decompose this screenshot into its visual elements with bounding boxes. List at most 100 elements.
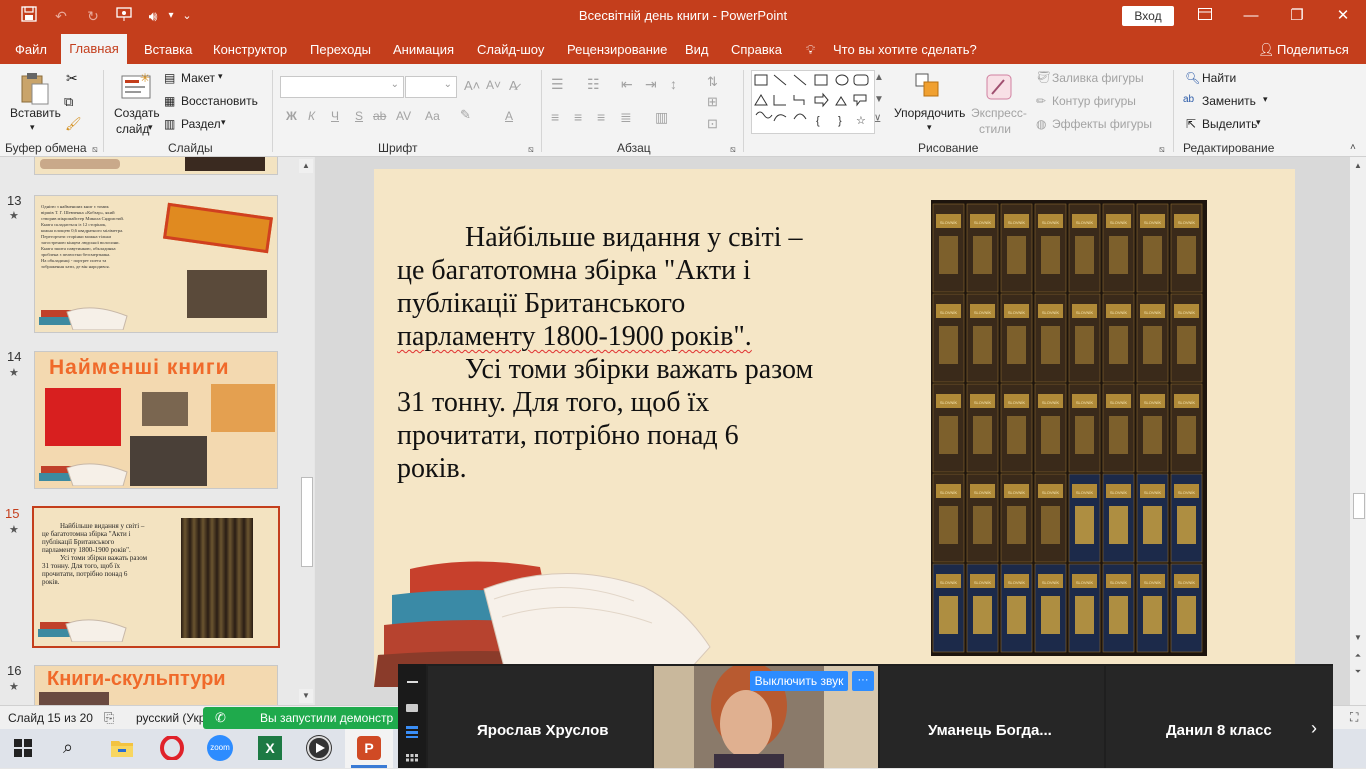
notification-toast[interactable]: ✆ Вы запустили демонстр <box>203 707 408 729</box>
clear-format-icon[interactable]: A̷ <box>509 78 518 93</box>
excel-icon[interactable]: X <box>258 736 282 760</box>
arrange-button[interactable]: Упорядочить <box>894 106 965 120</box>
scroll-thumb[interactable] <box>301 477 313 567</box>
columns-icon[interactable]: ▥ <box>655 109 668 126</box>
zoom-icon[interactable]: zoom <box>207 735 233 761</box>
line-spacing-icon[interactable]: ↕ <box>670 76 677 92</box>
chevron-down-icon[interactable]: ▾ <box>1256 117 1261 128</box>
tab-home[interactable]: Главная <box>61 34 127 64</box>
font-color-button[interactable]: A <box>505 109 513 123</box>
font-size-combo[interactable]: ⌄ <box>405 76 457 98</box>
speaker-view-icon[interactable] <box>406 704 418 712</box>
new-slide-icon[interactable]: ✳ <box>120 71 152 105</box>
shape-outline-button[interactable]: Контур фигуры <box>1052 94 1136 108</box>
tab-transitions[interactable]: Переходы <box>310 42 371 57</box>
dialog-launcher-icon[interactable]: ⧅ <box>1159 144 1165 155</box>
chevron-down-icon[interactable]: ▾ <box>221 117 226 128</box>
shadow-button[interactable]: S <box>355 109 363 123</box>
tell-me-search[interactable]: Что вы хотите сделать? <box>833 42 977 57</box>
tab-view[interactable]: Вид <box>685 42 709 57</box>
shape-effects-button[interactable]: Эффекты фигуры <box>1052 117 1152 131</box>
char-spacing-button[interactable]: AV <box>396 109 411 123</box>
italic-button[interactable]: К <box>308 109 315 123</box>
smartart-icon[interactable]: ⊡ <box>707 116 718 132</box>
increase-indent-icon[interactable]: ⇥ <box>645 76 657 93</box>
next-slide-icon[interactable]: ⏷ <box>1351 665 1365 679</box>
participant-tile[interactable]: Данил 8 класс › <box>1106 666 1333 768</box>
new-slide-label[interactable]: слайд <box>116 122 149 136</box>
strikethrough-button[interactable]: ab <box>373 109 386 123</box>
media-icon[interactable] <box>306 735 332 761</box>
justify-icon[interactable]: ≣ <box>620 109 632 126</box>
align-left-icon[interactable]: ≡ <box>551 109 559 125</box>
thumbnails-scrollbar[interactable]: ▲ ▼ <box>298 157 314 705</box>
scroll-thumb[interactable] <box>1353 493 1365 519</box>
align-right-icon[interactable]: ≡ <box>597 109 605 125</box>
paste-dropdown-icon[interactable]: ▾ <box>30 122 35 133</box>
tab-animations[interactable]: Анимация <box>393 42 454 57</box>
close-icon[interactable]: ✕ <box>1328 4 1358 28</box>
chevron-down-icon[interactable]: ▾ <box>218 71 223 82</box>
numbering-icon[interactable]: ☷ <box>587 76 600 93</box>
start-icon[interactable] <box>14 739 32 760</box>
scroll-up-icon[interactable]: ▲ <box>1351 159 1365 173</box>
cut-icon[interactable]: ✂ <box>66 70 78 87</box>
mute-button[interactable]: Выключить звук <box>750 671 848 691</box>
opera-icon[interactable] <box>160 735 184 763</box>
collapse-ribbon-icon[interactable]: ˄ <box>1350 142 1356 153</box>
minimize-icon[interactable] <box>407 681 418 683</box>
font-name-combo[interactable]: ⌄ <box>280 76 404 98</box>
layout-button[interactable]: Макет <box>181 71 215 85</box>
search-icon[interactable]: ⌕ <box>63 737 73 758</box>
slide-thumbnail-14[interactable]: Найменші книги <box>34 351 278 489</box>
slide-thumbnail-13[interactable]: Однією з найменших книг є томик віршів Т… <box>34 195 278 333</box>
editor-scrollbar[interactable]: ▲ ▼ ⏶ ⏷ <box>1350 157 1366 705</box>
current-slide[interactable]: Найбільше видання у світі – це багатотом… <box>374 169 1295 687</box>
slide-thumbnail-15[interactable]: Найбільше видання у світі – це багатотом… <box>32 506 280 648</box>
copy-icon[interactable]: ⧉ <box>64 94 73 110</box>
tab-slideshow[interactable]: Слайд-шоу <box>477 42 544 57</box>
scroll-down-icon[interactable]: ▼ <box>1351 631 1365 645</box>
decrease-indent-icon[interactable]: ⇤ <box>621 76 633 93</box>
quick-styles-label[interactable]: стили <box>979 122 1011 136</box>
gallery-up-icon[interactable]: ▲ <box>874 72 884 83</box>
strip-view-icon[interactable] <box>406 726 418 738</box>
restore-icon[interactable]: ❐ <box>1282 4 1312 28</box>
shapes-gallery[interactable]: {} ☆ <box>751 70 875 134</box>
reset-button[interactable]: Восстановить <box>181 94 258 108</box>
underline-button[interactable]: Ч <box>331 109 339 123</box>
change-case-button[interactable]: Аа <box>425 109 440 123</box>
participant-video-tile[interactable]: Выключить звук ··· <box>654 666 878 768</box>
gallery-down-icon[interactable]: ▼ <box>874 94 884 105</box>
share-button[interactable]: Поделиться <box>1277 42 1349 57</box>
more-options-button[interactable]: ··· <box>852 671 874 691</box>
format-painter-icon[interactable]: 🖌︎ <box>65 116 82 132</box>
gallery-view-icon[interactable] <box>406 754 418 766</box>
new-slide-dropdown-icon[interactable]: ▾ <box>148 122 153 133</box>
dialog-launcher-icon[interactable]: ⧅ <box>730 144 736 155</box>
powerpoint-taskbar-button[interactable]: P <box>345 729 393 768</box>
fit-slide-icon[interactable]: ⛶ <box>1350 710 1358 725</box>
scroll-down-icon[interactable]: ▼ <box>299 689 313 703</box>
highlight-icon[interactable]: ✎ <box>460 107 471 123</box>
login-button[interactable]: Вход <box>1122 6 1174 26</box>
tab-review[interactable]: Рецензирование <box>567 42 667 57</box>
participant-tile[interactable]: Уманець Богда... <box>880 666 1104 768</box>
arrange-icon[interactable] <box>914 72 942 103</box>
tab-insert[interactable]: Вставка <box>144 42 192 57</box>
align-text-icon[interactable]: ⊞ <box>707 94 718 110</box>
slide-text-box[interactable]: Найбільше видання у світі – це багатотом… <box>397 221 867 485</box>
new-slide-button[interactable]: Создать <box>114 106 160 120</box>
quick-styles-icon[interactable] <box>984 72 1014 105</box>
bold-button[interactable]: Ж <box>286 109 297 123</box>
chevron-right-icon[interactable]: › <box>1311 718 1317 739</box>
minimize-icon[interactable]: — <box>1236 4 1266 28</box>
gallery-more-icon[interactable]: ⊻ <box>874 114 881 125</box>
quick-styles-button[interactable]: Экспресс- <box>971 106 1027 120</box>
dialog-launcher-icon[interactable]: ⧅ <box>92 144 98 155</box>
paste-button[interactable]: Вставить <box>10 106 61 120</box>
replace-button[interactable]: Заменить <box>1202 94 1256 108</box>
scroll-up-icon[interactable]: ▲ <box>299 159 313 173</box>
language-indicator[interactable]: русский (Укр <box>136 711 205 725</box>
select-button[interactable]: Выделить <box>1202 117 1257 131</box>
